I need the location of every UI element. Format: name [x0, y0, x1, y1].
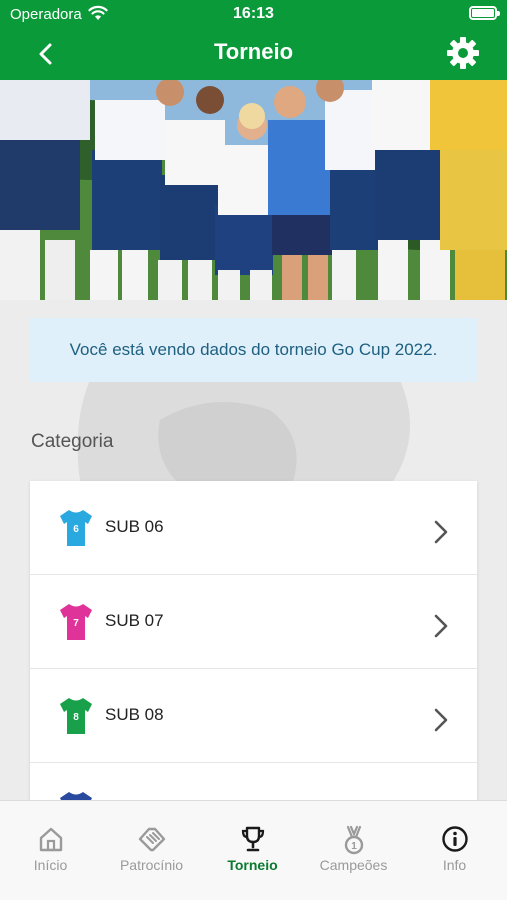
- tab-label: Torneio: [227, 857, 278, 873]
- category-label: SUB 07: [105, 611, 164, 630]
- trophy-icon: [241, 826, 264, 852]
- category-row-sub08[interactable]: 8 SUB 08: [30, 669, 477, 763]
- category-row-sub06[interactable]: 6 SUB 06: [30, 481, 477, 575]
- svg-text:1: 1: [351, 841, 357, 852]
- settings-gear-icon[interactable]: [445, 35, 481, 71]
- tab-label: Campeões: [319, 857, 388, 873]
- chevron-right-icon: [434, 708, 448, 732]
- section-title: Categoria: [31, 431, 114, 452]
- tournament-notice: Você está vendo dados do torneio Go Cup …: [30, 318, 477, 382]
- chevron-right-icon: [434, 520, 448, 544]
- category-list: 6 SUB 06 7 SUB 07 8 SUB 08: [30, 481, 477, 801]
- hero-team-photo: [0, 80, 507, 300]
- tab-label: Patrocínio: [119, 857, 184, 873]
- category-row-sub07[interactable]: 7 SUB 07: [30, 575, 477, 669]
- tab-inicio[interactable]: Início: [0, 801, 101, 900]
- medal-icon: 1: [344, 825, 363, 855]
- team-huddle-illustration: [0, 80, 507, 300]
- tab-label: Início: [33, 857, 68, 873]
- tab-info[interactable]: Info: [404, 801, 505, 900]
- info-icon: [441, 826, 468, 852]
- category-row-partial[interactable]: [30, 763, 477, 801]
- notice-text: Você está vendo dados do torneio Go Cup …: [69, 340, 438, 359]
- jersey-icon: 8: [60, 698, 92, 734]
- svg-text:7: 7: [73, 618, 79, 629]
- svg-text:8: 8: [73, 712, 79, 723]
- category-label: SUB 08: [105, 705, 164, 724]
- chevron-right-icon: [434, 614, 448, 638]
- handshake-icon: [138, 827, 165, 852]
- tab-campeoes[interactable]: 1 Campeões: [303, 801, 404, 900]
- status-time: 16:13: [233, 5, 274, 22]
- battery-icon: [469, 6, 500, 20]
- tab-bar: Início Patrocínio Torneio 1 Campeões Inf…: [0, 800, 507, 900]
- jersey-icon: 7: [60, 604, 92, 640]
- tab-patrocinio[interactable]: Patrocínio: [101, 801, 202, 900]
- home-icon: [39, 827, 62, 852]
- nav-bar: Torneio: [0, 28, 507, 80]
- svg-text:6: 6: [73, 524, 79, 535]
- category-label: SUB 06: [105, 517, 164, 536]
- tab-torneio[interactable]: Torneio: [202, 801, 303, 900]
- tab-label: Info: [442, 857, 467, 873]
- jersey-icon: 6: [60, 510, 92, 546]
- page-title: Torneio: [213, 39, 294, 64]
- status-bar: Operadora 16:13: [0, 0, 507, 28]
